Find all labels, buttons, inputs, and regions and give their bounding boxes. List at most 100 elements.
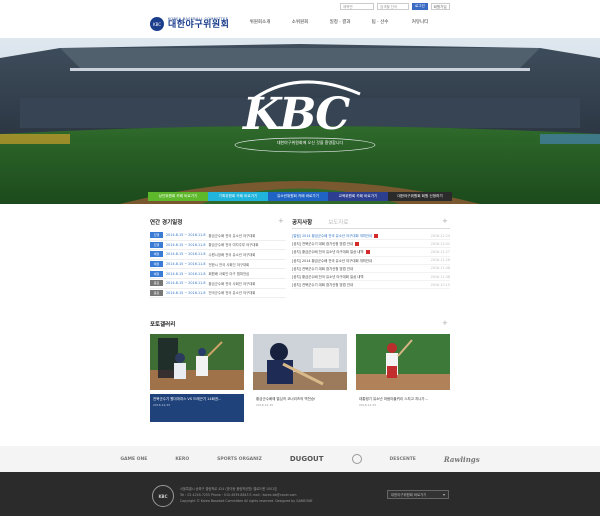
notice-text: [공지] 황금군수배 전국 유소년 야구대회 일상 내역 (292, 275, 364, 280)
notice-date: 2016.11.26 (430, 258, 450, 263)
main-nav: 위원회소개 소위원회 일정 · 결과 팀 · 선수 커뮤니티 (240, 19, 440, 25)
gallery-title: 포토갤러리 (150, 322, 176, 328)
tab-press[interactable]: 보도자료 (328, 218, 348, 226)
schedule-row[interactable]: 진행 2014.8.15 ~ 2016.11.8 황금군수배 전국 여자주부 야구대… (150, 241, 286, 251)
schedule-name: 황금군수배 전국 유소년 야구대회 (208, 233, 256, 238)
nav-item-schedule[interactable]: 일정 · 결과 (320, 19, 360, 25)
partner-logo[interactable]: SPORTS ORGANIZ (217, 457, 262, 462)
status-badge: 예정 (150, 251, 163, 258)
new-icon (365, 250, 370, 255)
notice-row[interactable]: [공지] 황금군수배 전국 유소년 야구대회 일상 내역 2016.11.08 (292, 273, 450, 282)
schedule-name: 황금군수배 전국 사회인 야구대회 (208, 281, 256, 286)
status-badge: 종료 (150, 280, 163, 287)
notice-text: [공지] 전북군수기 대회 참가신청 방법 안내 (292, 266, 354, 271)
schedule-name: 수원시장배 전국 유소년 야구대회 (208, 252, 256, 257)
notice-text: [공지] 2014 황금군수배 전국 유소년 야구대회 개최안내 (292, 258, 373, 263)
footer-copyright: Copyright © Korea Baseball Committee All… (180, 499, 313, 503)
schedule-date: 2014.8.15 ~ 2016.11.8 (166, 271, 206, 276)
nav-item-teams[interactable]: 팀 · 선수 (360, 19, 400, 25)
logo-title: 대한야구위원회 (168, 20, 230, 31)
nav-item-about[interactable]: 위원회소개 (240, 19, 280, 25)
notice-row[interactable]: [공지] 황금군수배 전국 유소년 야구대회 일상 내역 2016.11.27 (292, 248, 450, 257)
schedule-name: 전한시 전국 사회인 야구대회 (208, 262, 250, 267)
partner-logo[interactable]: KERO (175, 457, 189, 462)
partner-logo[interactable]: DESCENTE (390, 457, 416, 462)
status-badge: 진행 (150, 232, 163, 239)
family-site-select[interactable]: 대한야구위원회 바로가기 (387, 490, 449, 499)
schedule-date: 2014.8.15 ~ 2016.11.8 (166, 233, 206, 238)
new-icon (374, 234, 379, 239)
schedule-row[interactable]: 진행 2014.8.15 ~ 2016.11.8 황금군수배 전국 유소년 야구대회 (150, 231, 286, 241)
search-scope-select[interactable]: 제목만 (340, 3, 374, 10)
gallery-date: 2016.12.25 (359, 403, 377, 407)
notice-text: [공지] 황금군수배 전국 유소년 야구대회 일상 내역 (292, 250, 364, 255)
notice-date: 2016.11.08 (430, 274, 450, 279)
notice-row[interactable]: [공지] 2014 황금군수배 전국 유소년 야구대회 개최안내 2016.11.… (292, 257, 450, 265)
schedule-date: 2014.8.15 ~ 2016.11.8 (166, 252, 206, 257)
notice-row[interactable]: [공지] 전북군수기 대회 참가신청 방법 안내 2016.12.01 (292, 240, 450, 249)
notice-row[interactable]: [공지] 전북군수기 대회 참가신청 방법 안내 2016.10.15 (292, 281, 450, 290)
hero-logo-text: KBC (243, 89, 350, 140)
schedule-more-icon[interactable]: + (278, 217, 284, 225)
notice-date: 2016.10.15 (430, 282, 450, 287)
gallery-date: 2016.12.25 (153, 403, 171, 407)
schedule-row[interactable]: 예정 2014.8.15 ~ 2016.11.8 전한시 전국 사회인 야구대회 (150, 260, 286, 270)
gallery-caption: 전북군수기 원더마치스 VS 드래곤기 14회권... (153, 397, 222, 401)
status-badge: 종료 (150, 289, 163, 296)
notice-date: 2016.12.24 (430, 233, 450, 238)
partner-logo-emblem[interactable] (351, 454, 362, 464)
notice-panel: 공지사항 보도자료 + [알림] 2014 황금군수배 전국 유소년 야구대회 … (292, 217, 450, 306)
partner-logos: GAME ONE KERO SPORTS ORGANIZ DUGOUT DESC… (0, 446, 600, 472)
notice-more-icon[interactable]: + (442, 217, 448, 225)
utility-bar: 제목만 검색할 단어 로그인 회원가입 (340, 3, 450, 10)
schedule-row[interactable]: 예정 2014.8.15 ~ 2016.11.8 회원배 사회인 야구 챔피언십 (150, 269, 286, 279)
gallery-item[interactable]: 황금군수배에 열심히 코너리즈의 역전승! 2016.12.25 (253, 334, 347, 418)
notice-date: 2016.11.27 (430, 249, 450, 254)
quick-link-5[interactable]: 대한야구위원회 회원 신청하기 (388, 192, 452, 201)
tab-notice[interactable]: 공지사항 (292, 218, 312, 226)
notice-date: 2016.12.01 (430, 241, 450, 246)
quick-link-1[interactable]: 상안위원회 카페 바로가기 (148, 192, 208, 201)
status-badge: 진행 (150, 241, 163, 248)
schedule-panel: 연간 경기일정 + 진행 2014.8.15 ~ 2016.11.8 황금군수배 전… (150, 217, 286, 306)
gallery-item[interactable]: 대통령기 유소년 마음야울퀴리 스치고 지나가... 2016.12.25 (356, 334, 450, 418)
partner-logo[interactable]: DUGOUT (290, 455, 324, 463)
notice-tabs: 공지사항 보도자료 (292, 218, 450, 229)
gallery-caption: 황금군수배에 열심히 코너리즈의 역전승! (256, 397, 316, 401)
gallery-item[interactable]: 전북군수기 원더마치스 VS 드래곤기 14회권... 2016.12.25 (150, 334, 244, 422)
schedule-row[interactable]: 예정 2014.8.15 ~ 2016.11.8 수원시장배 전국 유소년 야구대회 (150, 250, 286, 260)
nav-item-community[interactable]: 커뮤니티 (400, 19, 440, 25)
photo-gallery: 포토갤러리 + 전북군수기 원더마치스 VS 드래곤기 14회권... 2016… (150, 319, 450, 422)
partner-logo[interactable]: Rawlings (444, 455, 480, 464)
notice-list: [알림] 2014 황금군수배 전국 유소년 야구대회 개최안내 2016.12.… (292, 232, 450, 290)
schedule-date: 2014.8.15 ~ 2016.11.8 (166, 242, 206, 247)
new-icon (355, 242, 360, 247)
search-input[interactable]: 검색할 단어 (377, 3, 409, 10)
quick-links: 상안위원회 카페 바로가기 기획위원회 카페 바로가기 유소년위원회 카페 바로… (148, 192, 452, 201)
quick-link-4[interactable]: 교육위원회 카페 바로가기 (328, 192, 388, 201)
hero-banner: KBC 대한야구위원회에 오신 것을 환영합니다 (0, 38, 600, 204)
quick-link-2[interactable]: 기획위원회 카페 바로가기 (208, 192, 268, 201)
schedule-row[interactable]: 종료 2014.8.15 ~ 2016.11.8 전국군수배 전국 유소년 야구대회 (150, 289, 286, 299)
join-button[interactable]: 회원가입 (430, 3, 450, 10)
notice-row[interactable]: [알림] 2014 황금군수배 전국 유소년 야구대회 개최안내 2016.12.… (292, 232, 450, 241)
footer-info: 서울특별시 송파구 올림픽로 424 (방이동 올림픽공원) 벨로드롬 1001… (180, 486, 312, 504)
hero-caption: 대한야구위원회에 오신 것을 환영합니다 (276, 140, 344, 145)
schedule-date: 2014.8.15 ~ 2016.11.8 (166, 281, 206, 286)
login-button[interactable]: 로그인 (412, 3, 428, 10)
nav-item-subcommittee[interactable]: 소위원회 (280, 19, 320, 25)
notice-text: [공지] 전북군수기 대회 참가신청 방법 안내 (292, 283, 354, 288)
gallery-photo (356, 334, 450, 390)
gallery-more-icon[interactable]: + (442, 319, 448, 327)
header: KBC KOREA BASEBALL COMMITTEE 대한야구위원회 제목만… (0, 0, 600, 38)
schedule-row[interactable]: 종료 2014.8.15 ~ 2016.11.8 황금군수배 전국 사회인 야구대회 (150, 279, 286, 289)
status-badge: 예정 (150, 261, 163, 268)
partner-logo[interactable]: GAME ONE (120, 457, 147, 462)
schedule-name: 황금군수배 전국 여자주부 야구대회 (208, 243, 259, 248)
notice-date: 2016.11.08 (430, 266, 450, 271)
gallery-photo (150, 334, 244, 390)
quick-link-3[interactable]: 유소년위원회 카페 바로가기 (268, 192, 328, 201)
gallery-date: 2016.12.25 (256, 403, 274, 407)
gallery-caption: 대통령기 유소년 마음야울퀴리 스치고 지나가... (359, 397, 428, 401)
notice-row[interactable]: [공지] 전북군수기 대회 참가신청 방법 안내 2016.11.08 (292, 265, 450, 273)
